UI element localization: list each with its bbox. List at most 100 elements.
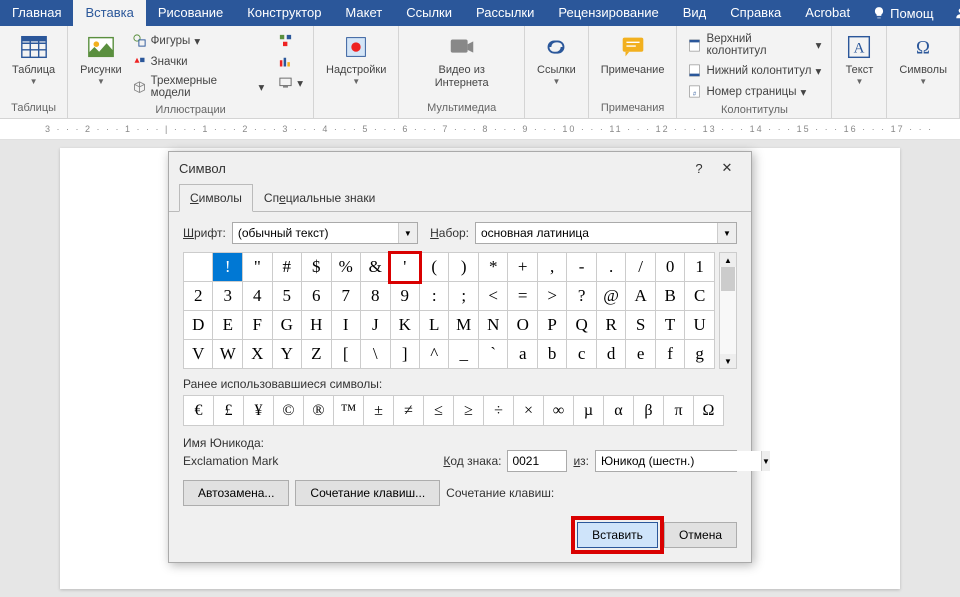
symbol-cell[interactable]: S [626, 311, 655, 340]
symbol-cell[interactable]: 9 [390, 282, 419, 311]
symbol-cell[interactable]: Y [272, 340, 301, 369]
symbol-cell[interactable]: * [478, 253, 507, 282]
symbol-cell[interactable]: A [626, 282, 655, 311]
symbol-cell[interactable]: L [420, 311, 449, 340]
symbol-cell[interactable]: ] [390, 340, 419, 369]
symbol-cell[interactable]: P [537, 311, 566, 340]
symbol-cell[interactable]: . [596, 253, 626, 282]
chart-button[interactable] [274, 51, 307, 72]
symbol-cell[interactable]: ; [449, 282, 479, 311]
symbol-cell[interactable]: ) [449, 253, 479, 282]
recent-symbol-cell[interactable]: × [514, 396, 544, 426]
symbol-cell[interactable]: f [655, 340, 684, 369]
symbol-cell[interactable]: 3 [213, 282, 243, 311]
ruler[interactable]: 3 · · · 2 · · · 1 · · · | · · · 1 · · · … [0, 119, 960, 140]
addins-button[interactable]: Надстройки▼ [320, 30, 392, 89]
symbol-cell[interactable]: " [243, 253, 272, 282]
recent-symbol-cell[interactable]: π [664, 396, 694, 426]
symbol-cell[interactable]: b [537, 340, 566, 369]
symbol-cell[interactable]: 8 [361, 282, 391, 311]
symbol-cell[interactable]: ! [213, 253, 243, 282]
symbol-cell[interactable]: Z [302, 340, 331, 369]
tab-references[interactable]: Ссылки [394, 0, 464, 26]
symbol-cell[interactable]: M [449, 311, 479, 340]
table-button[interactable]: Таблица▼ [6, 30, 61, 89]
chevron-down-icon[interactable]: ▼ [761, 451, 770, 471]
symbol-cell[interactable]: 1 [685, 253, 715, 282]
insert-button[interactable]: Вставить [577, 522, 658, 548]
symbol-cell[interactable]: > [537, 282, 566, 311]
recent-symbol-cell[interactable]: α [604, 396, 634, 426]
symbol-cell[interactable]: R [596, 311, 626, 340]
tab-draw[interactable]: Рисование [146, 0, 235, 26]
shortcut-button[interactable]: Сочетание клавиш... [295, 480, 440, 506]
symbol-cell[interactable]: 2 [184, 282, 213, 311]
symbol-cell[interactable]: ^ [420, 340, 449, 369]
recent-symbol-cell[interactable]: µ [574, 396, 604, 426]
symbol-cell[interactable]: a [508, 340, 537, 369]
scrollbar[interactable]: ▲▼ [719, 252, 737, 369]
symbol-cell[interactable]: / [626, 253, 655, 282]
tab-insert[interactable]: Вставка [73, 0, 145, 26]
symbol-cell[interactable]: F [243, 311, 272, 340]
cancel-button[interactable]: Отмена [664, 522, 737, 548]
symbol-cell[interactable]: C [685, 282, 715, 311]
3dmodels-button[interactable]: Трехмерные модели ▾ [128, 72, 269, 102]
symbol-cell[interactable]: ? [567, 282, 596, 311]
symbol-cell[interactable]: , [537, 253, 566, 282]
symbol-cell[interactable]: X [243, 340, 272, 369]
recent-symbol-cell[interactable]: ≠ [394, 396, 424, 426]
autocorrect-button[interactable]: Автозамена... [183, 480, 289, 506]
symbol-cell[interactable]: & [361, 253, 391, 282]
symbol-cell[interactable]: < [478, 282, 507, 311]
symbol-cell[interactable]: d [596, 340, 626, 369]
symbol-cell[interactable]: 7 [331, 282, 361, 311]
recent-symbol-cell[interactable]: £ [214, 396, 244, 426]
textbox-button[interactable]: AТекст▼ [838, 30, 880, 89]
set-combo[interactable]: ▼ [475, 222, 737, 244]
recent-symbol-cell[interactable]: ® [304, 396, 334, 426]
share-button[interactable]: Поделиться [944, 0, 960, 26]
tab-home[interactable]: Главная [0, 0, 73, 26]
tell-me[interactable]: Помощ [862, 0, 943, 26]
recent-symbol-cell[interactable]: ± [364, 396, 394, 426]
chevron-down-icon[interactable]: ▼ [717, 223, 736, 243]
smartart-button[interactable] [274, 30, 307, 51]
symbol-cell[interactable]: I [331, 311, 361, 340]
symbol-cell[interactable]: = [508, 282, 537, 311]
symbols-button[interactable]: ΩСимволы▼ [893, 30, 953, 89]
footer-button[interactable]: Нижний колонтитул ▾ [683, 60, 825, 81]
symbol-cell[interactable]: # [272, 253, 301, 282]
symbol-cell[interactable]: B [655, 282, 684, 311]
symbol-cell[interactable]: Q [567, 311, 596, 340]
symbol-cell[interactable]: c [567, 340, 596, 369]
scroll-thumb[interactable] [721, 267, 735, 291]
symbol-cell[interactable] [184, 253, 213, 282]
symbol-cell[interactable]: T [655, 311, 684, 340]
recent-symbol-cell[interactable]: ≥ [454, 396, 484, 426]
symbol-cell[interactable]: H [302, 311, 331, 340]
symbol-cell[interactable]: 6 [302, 282, 331, 311]
tab-design[interactable]: Конструктор [235, 0, 333, 26]
scroll-down[interactable]: ▼ [720, 354, 736, 368]
symbol-cell[interactable]: + [508, 253, 537, 282]
tab-view[interactable]: Вид [671, 0, 719, 26]
header-button[interactable]: Верхний колонтитул ▾ [683, 30, 825, 60]
tab-mailings[interactable]: Рассылки [464, 0, 546, 26]
symbol-cell[interactable]: K [390, 311, 419, 340]
links-button[interactable]: Ссылки▼ [531, 30, 582, 89]
pictures-button[interactable]: Рисунки▼ [74, 30, 128, 89]
symbol-cell[interactable]: \ [361, 340, 391, 369]
symbol-cell[interactable]: $ [302, 253, 331, 282]
symbol-cell[interactable]: e [626, 340, 655, 369]
recent-symbol-cell[interactable]: € [184, 396, 214, 426]
symbol-cell[interactable]: 5 [272, 282, 301, 311]
scroll-up[interactable]: ▲ [720, 253, 736, 267]
tab-layout[interactable]: Макет [333, 0, 394, 26]
symbol-cell[interactable]: J [361, 311, 391, 340]
tab-help[interactable]: Справка [718, 0, 793, 26]
tab-special[interactable]: Специальные знаки [253, 184, 386, 212]
tab-acrobat[interactable]: Acrobat [793, 0, 862, 26]
from-combo[interactable]: ▼ [595, 450, 737, 472]
recent-symbol-cell[interactable]: © [274, 396, 304, 426]
